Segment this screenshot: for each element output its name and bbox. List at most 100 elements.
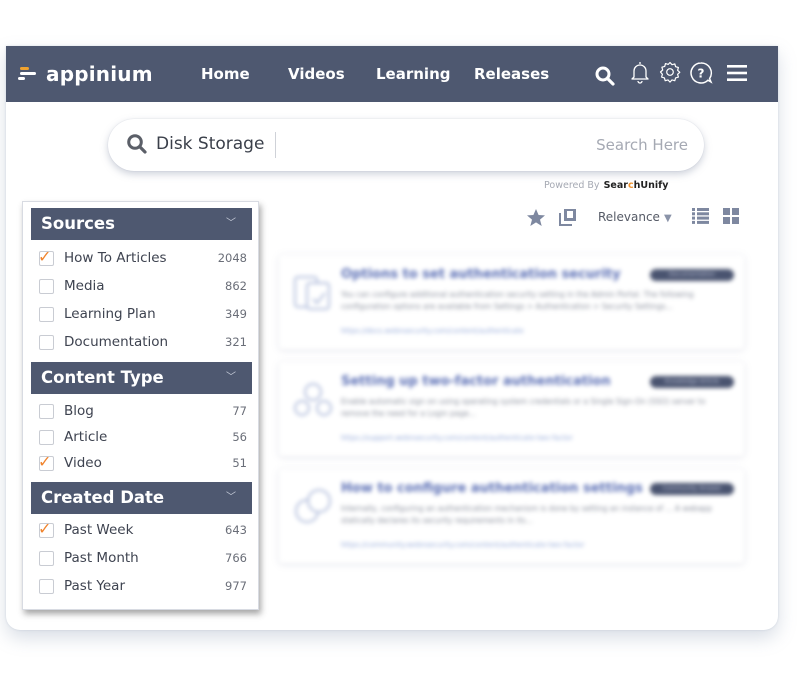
checkbox[interactable]: [39, 550, 54, 566]
sort-label: Relevance: [598, 210, 660, 224]
filter-option[interactable]: Documentation 321: [39, 332, 247, 352]
nav-link-videos[interactable]: Videos: [288, 65, 345, 83]
copy-icon[interactable]: [559, 208, 577, 226]
result-badge: Knowledge Article: [650, 376, 734, 388]
filter-option[interactable]: Past Month 766: [39, 548, 247, 568]
checkbox[interactable]: [39, 334, 54, 350]
filter-option[interactable]: Media 862: [39, 276, 247, 296]
filter-option-label: Article: [64, 429, 108, 445]
svg-text:?: ?: [698, 67, 705, 81]
result-description: Internally, configuring an authenticatio…: [341, 504, 713, 525]
checkmark-icon: ✓: [38, 518, 52, 538]
result-link[interactable]: https://docs.webnsecurity.com/content/au…: [341, 327, 524, 335]
filter-option-count: 977: [225, 579, 247, 593]
checkbox[interactable]: [39, 278, 54, 294]
sort-dropdown[interactable]: Relevance ▼: [598, 210, 672, 224]
filter-option-count: 643: [225, 523, 247, 537]
checkbox[interactable]: [39, 403, 54, 419]
filter-option-label: Video: [64, 455, 102, 471]
result-title[interactable]: Setting up two-factor authentication: [341, 374, 611, 389]
result-card[interactable]: Setting up two-factor authentication Kno…: [279, 362, 744, 456]
results-toolbar: Relevance ▼: [526, 206, 746, 230]
result-title[interactable]: How to configure authentication settings: [341, 481, 643, 496]
help-icon[interactable]: ?: [689, 61, 713, 85]
nav-link-learning[interactable]: Learning: [376, 65, 451, 83]
filter-group-header-content-type[interactable]: Content Type ﹀: [31, 362, 252, 394]
result-link[interactable]: https://community.webnsecurity.com/conte…: [341, 541, 584, 549]
grid-view-icon[interactable]: [723, 208, 739, 224]
filter-option[interactable]: Article 56: [39, 427, 247, 447]
document-icon: [291, 271, 335, 315]
network-icon: [291, 378, 335, 422]
list-view-icon[interactable]: [692, 208, 709, 224]
bell-icon[interactable]: [630, 60, 650, 84]
search-icon[interactable]: [126, 133, 148, 159]
powered-by-label: Powered By: [544, 180, 600, 191]
filter-option-count: 77: [232, 404, 247, 418]
result-description: Enable automatic sign on using operating…: [341, 397, 706, 418]
logo-text: appinium: [46, 62, 153, 86]
chat-bubbles-icon: [291, 485, 335, 529]
result-title[interactable]: Options to set authentication security: [341, 267, 621, 282]
search-bar[interactable]: Disk Storage Search Here: [108, 119, 704, 171]
filter-option-count: 321: [225, 335, 247, 349]
caret-down-icon: ▼: [663, 213, 672, 224]
result-card[interactable]: How to configure authentication settings…: [279, 469, 744, 563]
filter-group-title: Sources: [41, 214, 115, 233]
menu-icon[interactable]: [726, 64, 748, 82]
checkmark-icon: ✓: [38, 246, 52, 266]
filter-option-label: Past Year: [64, 578, 126, 594]
filter-option[interactable]: Past Year 977: [39, 576, 247, 596]
logo[interactable]: appinium: [18, 62, 153, 86]
filter-option-label: How To Articles: [64, 250, 167, 266]
checkbox-checked[interactable]: ✓: [38, 451, 54, 471]
checkbox[interactable]: [39, 429, 54, 445]
filter-option-count: 766: [225, 551, 247, 565]
checkbox-checked[interactable]: ✓: [38, 246, 54, 266]
filter-option-count: 862: [225, 279, 247, 293]
filter-option[interactable]: ✓ Video 51: [38, 451, 247, 473]
filter-option[interactable]: Learning Plan 349: [39, 304, 247, 324]
checkmark-icon: ✓: [38, 451, 52, 471]
checkbox[interactable]: [39, 578, 54, 594]
search-icon[interactable]: [595, 66, 615, 86]
result-badge: Community Answer: [650, 483, 734, 495]
filter-group-title: Content Type: [41, 368, 164, 387]
chevron-down-icon[interactable]: ﹀: [226, 208, 236, 240]
filter-group-header-created-date[interactable]: Created Date ﹀: [31, 482, 252, 514]
result-card[interactable]: Options to set authentication security D…: [279, 255, 744, 349]
nav-link-home[interactable]: Home: [201, 65, 250, 83]
filter-option-label: Learning Plan: [64, 306, 156, 322]
filter-option-label: Media: [64, 278, 105, 294]
filter-option[interactable]: ✓ How To Articles 2048: [38, 246, 247, 268]
search-placeholder[interactable]: Search Here: [596, 136, 688, 154]
top-navbar: appinium Home Videos Learning Releases ?: [6, 46, 778, 102]
checkbox[interactable]: [39, 306, 54, 322]
filter-option-label: Past Week: [64, 522, 134, 538]
result-description: You can configure additional authenticat…: [341, 290, 694, 311]
result-link[interactable]: https://support.webnsecurity.com/content…: [341, 434, 573, 442]
checkbox-checked[interactable]: ✓: [38, 518, 54, 538]
filter-option-count: 2048: [217, 251, 247, 265]
filter-option-label: Documentation: [64, 334, 169, 350]
chevron-down-icon[interactable]: ﹀: [226, 362, 236, 394]
searchunify-logo: SearchUnify: [603, 180, 669, 191]
chevron-down-icon[interactable]: ﹀: [226, 482, 236, 514]
filter-panel: Sources ﹀ ✓ How To Articles 2048 Media 8…: [22, 201, 259, 610]
star-icon[interactable]: [526, 208, 546, 228]
search-input-value[interactable]: Disk Storage: [156, 134, 264, 154]
filter-option[interactable]: ✓ Past Week 643: [38, 518, 247, 540]
nav-link-releases[interactable]: Releases: [474, 65, 549, 83]
result-badge: Documentation: [650, 269, 734, 281]
text-cursor: [275, 132, 276, 158]
filter-group-title: Created Date: [41, 488, 165, 507]
filter-option-label: Past Month: [64, 550, 139, 566]
logo-mark-icon: [18, 67, 38, 81]
filter-group-header-sources[interactable]: Sources ﹀: [31, 208, 252, 240]
filter-option[interactable]: Blog 77: [39, 401, 247, 421]
filter-option-count: 51: [232, 456, 247, 470]
powered-by: Powered By SearchUnify: [544, 180, 668, 191]
gear-icon[interactable]: [659, 61, 681, 83]
filter-option-label: Blog: [64, 403, 94, 419]
filter-option-count: 56: [232, 430, 247, 444]
